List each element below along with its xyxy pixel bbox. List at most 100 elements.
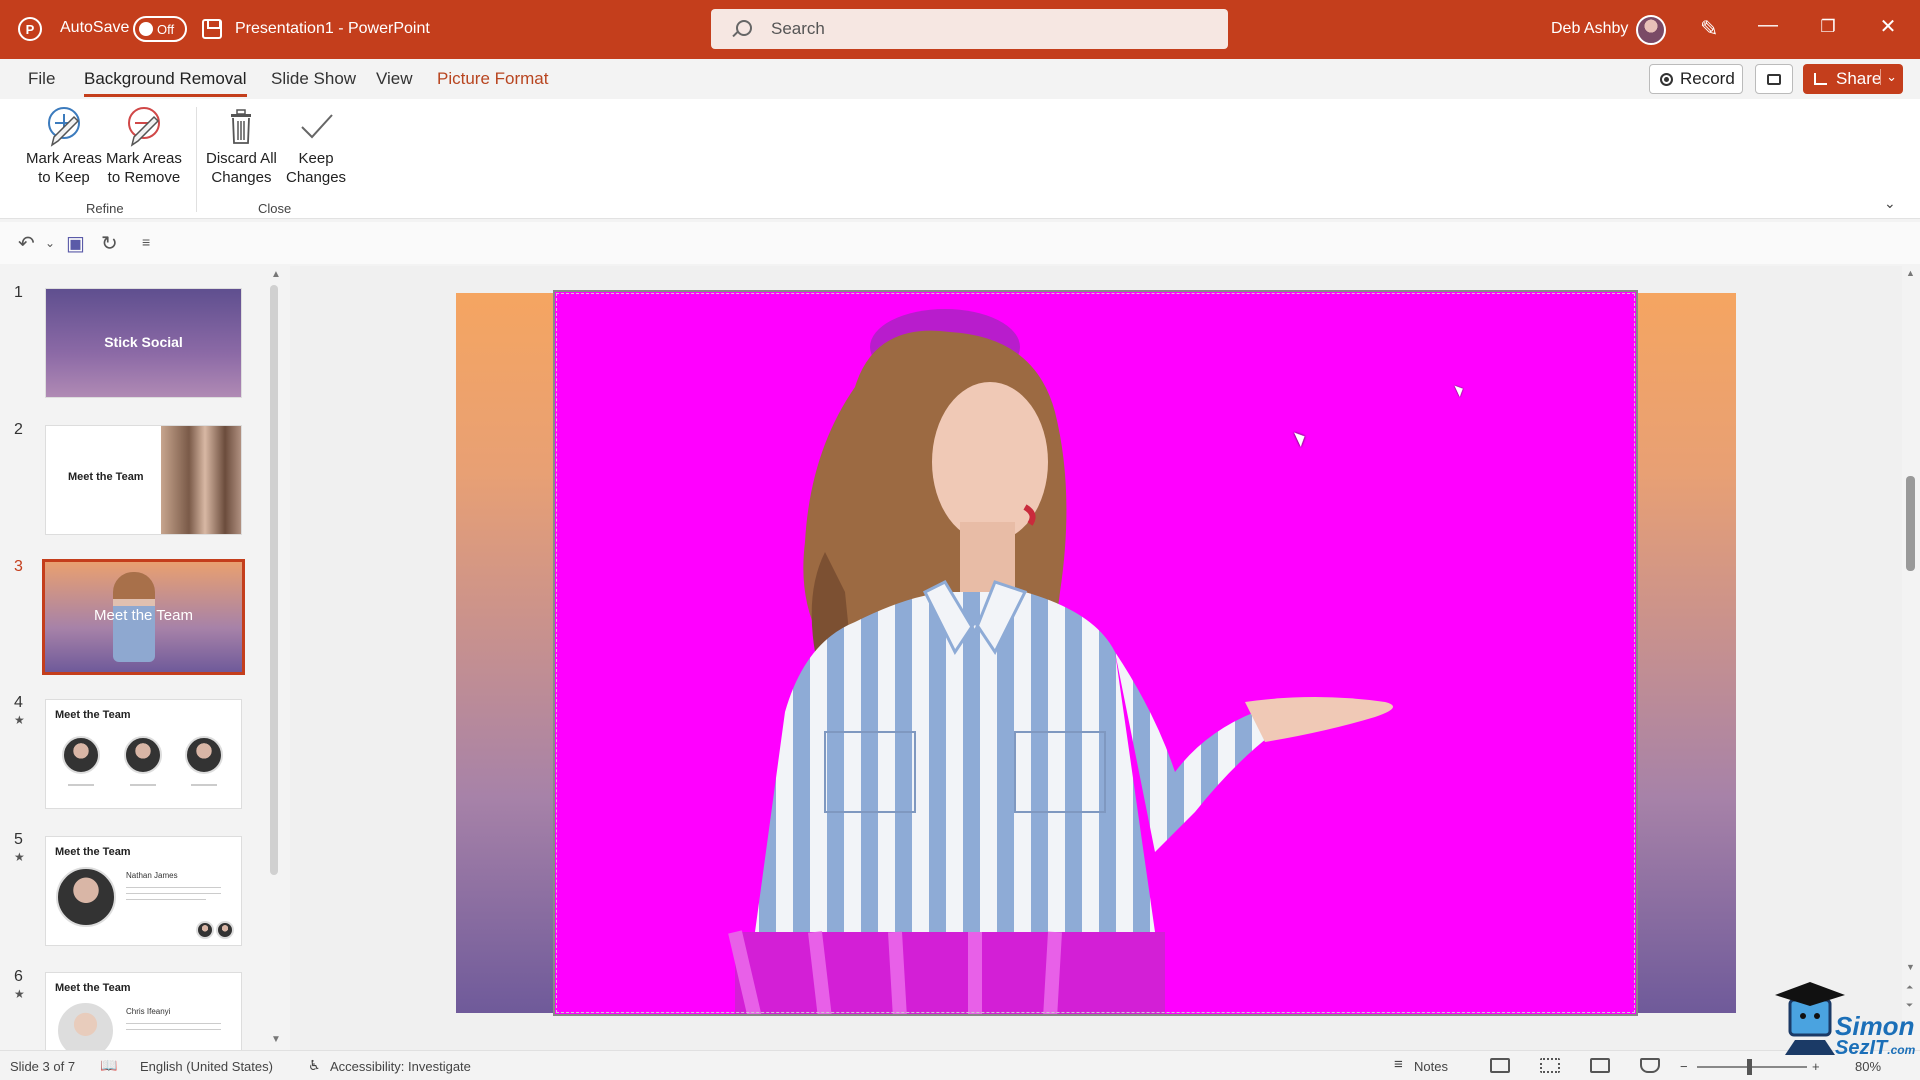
trash-icon [221, 105, 261, 147]
zoom-out-icon[interactable]: − [1680, 1059, 1688, 1074]
team-member-photo [58, 1003, 113, 1050]
animation-star-icon: ★ [14, 713, 25, 727]
ribbon-tabs: File Background Removal Slide Show View … [0, 59, 1920, 99]
save-icon[interactable] [202, 19, 222, 39]
team-member-photo [216, 921, 234, 939]
scroll-up-icon[interactable]: ▲ [1906, 268, 1915, 278]
app-name: PowerPoint [347, 20, 430, 37]
search-box[interactable]: Search [711, 9, 1228, 49]
user-name[interactable]: Deb Ashby [1551, 20, 1628, 38]
slide-title: Meet the Team [55, 982, 131, 994]
keep-changes-button[interactable]: Keep Changes [286, 105, 346, 187]
text-placeholder [68, 784, 94, 786]
slide-number: 2 [14, 421, 23, 438]
animation-star-icon: ★ [14, 850, 25, 864]
canvas-vertical-scrollbar[interactable]: ▲ ▼ ⏶ ⏷ [1902, 266, 1920, 1050]
autosave-label: AutoSave [60, 19, 130, 36]
thumbnails-scrollbar[interactable] [270, 285, 278, 875]
accessibility-status[interactable]: Accessibility: Investigate [330, 1059, 471, 1074]
slide-thumbnail-1[interactable]: Stick Social [45, 288, 242, 398]
slide-number: 4 [14, 694, 23, 711]
tab-view[interactable]: View [376, 69, 413, 89]
slide-counter: Slide 3 of 7 [10, 1059, 76, 1074]
slide-thumbnail-6[interactable]: Meet the Team Chris Ifeanyi [45, 972, 242, 1050]
button-label-line1: Keep [298, 150, 334, 167]
tab-slide-show[interactable]: Slide Show [271, 69, 356, 89]
text-placeholder [130, 784, 156, 786]
close-icon[interactable]: ✕ [1873, 14, 1903, 39]
slide-show-icon[interactable] [1640, 1058, 1660, 1073]
button-label-line1: Mark Areas [106, 150, 182, 167]
text-placeholder [191, 784, 217, 786]
share-button[interactable]: Share ⌄ [1803, 64, 1903, 94]
notes-icon[interactable]: ≡ [1394, 1056, 1403, 1073]
quick-access-toolbar: ↶ ⌄ ▣ ↻ ≡ [0, 222, 1920, 264]
mark-areas-to-remove-button[interactable]: Mark Areas to Remove [106, 105, 182, 187]
discard-all-changes-button[interactable]: Discard All Changes [206, 105, 277, 187]
language-status[interactable]: English (United States) [140, 1059, 273, 1074]
redo-icon[interactable]: ↻ [101, 231, 118, 256]
group-label-refine: Refine [86, 201, 124, 216]
spelling-check-icon[interactable]: 📖 [100, 1057, 117, 1074]
chevron-down-icon[interactable]: ⌄ [1880, 69, 1897, 85]
text-placeholder [126, 893, 221, 894]
save-icon[interactable]: ▣ [66, 231, 85, 256]
undo-dropdown-icon[interactable]: ⌄ [45, 236, 55, 250]
slide-title: Meet the Team [55, 846, 131, 858]
notes-button[interactable]: Notes [1414, 1059, 1448, 1074]
checkmark-icon [296, 105, 336, 147]
slide-thumbnail-3[interactable]: Meet the Team [42, 559, 245, 675]
background-removal-picture[interactable] [553, 290, 1638, 1016]
member-name: Nathan James [126, 871, 178, 880]
accessibility-icon[interactable]: ♿ [308, 1057, 321, 1074]
slide-number: 1 [14, 284, 23, 301]
slide-thumbnail-5[interactable]: Meet the Team Nathan James [45, 836, 242, 946]
mascot-logo-icon [1775, 982, 1845, 1055]
customize-toolbar-icon[interactable]: ≡ [142, 234, 150, 250]
tab-background-removal[interactable]: Background Removal [84, 69, 247, 97]
team-member-photo [185, 736, 223, 774]
document-name: Presentation1 [235, 20, 334, 37]
minimize-icon[interactable]: — [1753, 14, 1783, 37]
slide-thumbnail-4[interactable]: Meet the Team [45, 699, 242, 809]
slide-number: 3 [14, 558, 23, 575]
watermark-brand: SezIT [1835, 1037, 1888, 1059]
undo-icon[interactable]: ↶ [18, 231, 35, 256]
slide-title: Meet the Team [55, 709, 131, 721]
tab-file[interactable]: File [28, 69, 55, 89]
comments-button[interactable] [1755, 64, 1793, 94]
status-bar: Slide 3 of 7 📖 English (United States) ♿… [0, 1050, 1920, 1080]
watermark-suffix: .com [1887, 1043, 1916, 1057]
text-placeholder [126, 1029, 221, 1030]
slide-thumbnail-2[interactable]: Meet the Team [45, 425, 242, 535]
ribbon: Mark Areas to Keep Mark Areas to Remove … [0, 99, 1920, 219]
ribbon-collapse-icon[interactable]: ⌄ [1884, 195, 1896, 212]
picture-selection-outline [556, 293, 1635, 1013]
record-button[interactable]: Record [1649, 64, 1743, 94]
mark-areas-to-keep-button[interactable]: Mark Areas to Keep [26, 105, 102, 187]
normal-view-icon[interactable] [1490, 1058, 1510, 1073]
powerpoint-logo-icon: P [18, 17, 42, 41]
restore-icon[interactable]: ❐ [1813, 17, 1843, 37]
watermark-text: Simon SezIT.com [1835, 1013, 1916, 1061]
autosave-state: Off [157, 21, 175, 37]
autosave-toggle[interactable]: Off [133, 16, 187, 42]
pen-icon[interactable]: ✎ [1700, 16, 1718, 42]
scrollbar-thumb[interactable] [1906, 476, 1915, 571]
share-label: Share [1836, 69, 1882, 88]
button-label-line2: to Remove [107, 169, 181, 186]
slide-number: 5 [14, 831, 23, 848]
scroll-up-icon[interactable]: ▲ [271, 269, 281, 280]
zoom-slider-thumb[interactable] [1747, 1059, 1752, 1075]
slide-sorter-icon[interactable] [1540, 1058, 1560, 1073]
tab-picture-format[interactable]: Picture Format [437, 69, 548, 89]
team-member-photo [196, 921, 214, 939]
scroll-down-icon[interactable]: ▼ [271, 1034, 281, 1045]
avatar[interactable] [1636, 15, 1666, 45]
share-icon [1814, 73, 1827, 85]
toggle-knob [139, 22, 153, 36]
text-placeholder [126, 899, 206, 900]
comment-icon [1767, 73, 1781, 85]
reading-view-icon[interactable] [1590, 1058, 1610, 1073]
slide-title: Meet the Team [94, 607, 193, 624]
